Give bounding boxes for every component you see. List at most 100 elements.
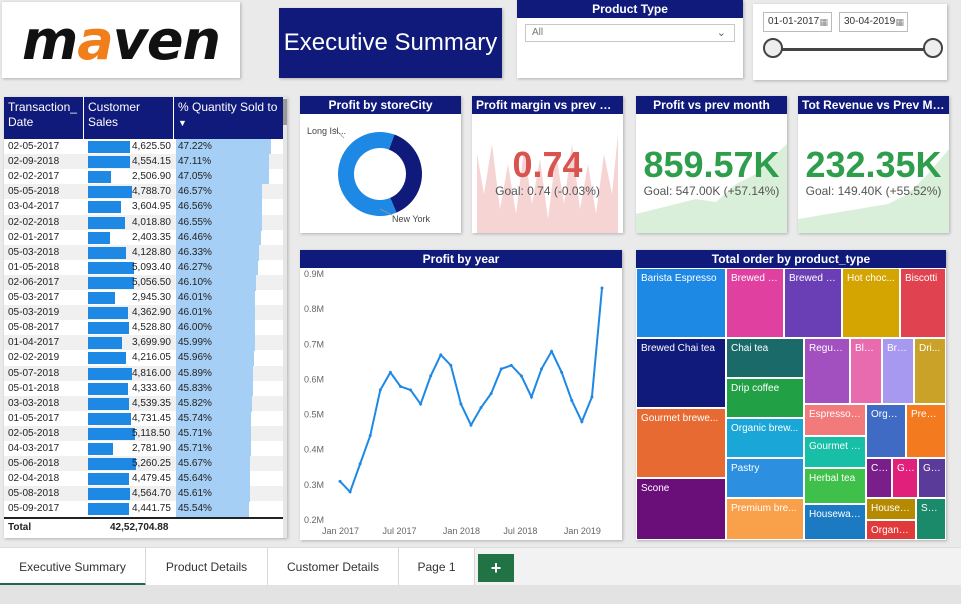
column-header-pct[interactable]: % Quantity Sold to ▼ xyxy=(174,97,283,139)
table-row[interactable]: 02-02-2018 4,018.80 46.55% xyxy=(4,214,283,231)
table-row[interactable]: 02-02-2017 2,506.90 47.05% xyxy=(4,169,283,186)
treemap-tile[interactable]: Scone xyxy=(636,478,726,540)
profit-point[interactable] xyxy=(479,406,483,410)
treemap-tile[interactable]: Herbal tea xyxy=(804,468,866,504)
profit-point[interactable] xyxy=(429,374,433,378)
profit-point[interactable] xyxy=(590,395,594,399)
profit-point[interactable] xyxy=(529,395,533,399)
product-type-dropdown[interactable]: All ⌄ xyxy=(525,24,735,42)
treemap-tile[interactable]: Brewed Chai tea xyxy=(636,338,726,408)
treemap-tile[interactable]: Regula... xyxy=(804,338,850,404)
table-row[interactable]: 05-03-2018 4,128.80 46.33% xyxy=(4,244,283,261)
date-slider-track[interactable] xyxy=(773,48,933,51)
table-row[interactable]: 02-05-2017 4,625.50 47.22% xyxy=(4,139,283,155)
profit-point[interactable] xyxy=(358,462,362,466)
treemap-tile[interactable]: Organic brew... xyxy=(726,418,804,458)
treemap-tile[interactable]: Brewed h... xyxy=(784,268,842,338)
profit-point[interactable] xyxy=(550,349,554,353)
table-row[interactable]: 05-01-2018 4,333.60 45.83% xyxy=(4,380,283,397)
table-row[interactable]: 02-02-2019 4,216.05 45.96% xyxy=(4,350,283,367)
table-row[interactable]: 04-03-2017 2,781.90 45.71% xyxy=(4,441,283,457)
treemap-tile[interactable]: Bla... xyxy=(850,338,882,404)
profit-point[interactable] xyxy=(499,367,503,371)
treemap-tile[interactable]: Barista Espresso xyxy=(636,268,726,338)
profit-point[interactable] xyxy=(378,388,382,392)
treemap-tile[interactable]: Espresso B... xyxy=(804,404,866,436)
profit-point[interactable] xyxy=(540,367,544,371)
treemap-tile[interactable]: Dri... xyxy=(914,338,946,404)
add-page-button[interactable]: + xyxy=(478,554,514,582)
table-row[interactable]: 05-03-2019 4,362.90 46.01% xyxy=(4,305,283,322)
profit-point[interactable] xyxy=(348,490,352,494)
table-row[interactable]: 02-05-2018 5,118.50 45.71% xyxy=(4,425,283,442)
treemap-tile[interactable]: Organic... xyxy=(866,520,916,540)
table-row[interactable]: 05-08-2017 4,528.80 46.00% xyxy=(4,320,283,337)
treemap-tile[interactable]: Orga... xyxy=(866,404,906,458)
treemap-tile[interactable]: Cl... xyxy=(866,458,892,498)
tab-executive-summary[interactable]: Executive Summary xyxy=(0,548,146,586)
scrollbar-thumb[interactable] xyxy=(283,99,287,125)
tab-product-details[interactable]: Product Details xyxy=(146,548,268,586)
profit-point[interactable] xyxy=(439,353,443,357)
column-header-date[interactable]: Transaction_ Date xyxy=(4,97,84,139)
profit-point[interactable] xyxy=(409,388,413,392)
table-scrollbar[interactable] xyxy=(283,97,287,538)
profit-point[interactable] xyxy=(519,374,523,378)
treemap-tile[interactable]: Brewed B... xyxy=(726,268,784,338)
profit-point[interactable] xyxy=(338,479,342,483)
table-row[interactable]: 05-03-2017 2,945.30 46.01% xyxy=(4,290,283,306)
treemap-tile[interactable]: House b... xyxy=(866,498,916,520)
profit-point[interactable] xyxy=(398,384,402,388)
profit-point[interactable] xyxy=(560,370,564,374)
treemap-tile[interactable]: Gourmet brewe... xyxy=(636,408,726,478)
treemap-tile[interactable]: Su... xyxy=(916,498,946,540)
treemap-tile[interactable]: Hot choc... xyxy=(842,268,900,338)
table-row[interactable]: 02-01-2017 2,403.35 46.46% xyxy=(4,229,283,246)
table-row[interactable]: 05-08-2018 4,564.70 45.61% xyxy=(4,486,283,503)
treemap-tile[interactable]: Prem... xyxy=(906,404,946,458)
treemap-tile[interactable]: Gr... xyxy=(892,458,918,498)
donut-slice-0[interactable] xyxy=(388,134,422,213)
profit-point[interactable] xyxy=(419,402,423,406)
profit-point[interactable] xyxy=(580,420,584,424)
treemap-tile[interactable]: Drip coffee xyxy=(726,378,804,418)
table-row[interactable]: 05-05-2018 4,788.70 46.57% xyxy=(4,184,283,201)
table-row[interactable]: 03-03-2018 4,539.35 45.82% xyxy=(4,395,283,412)
profit-point[interactable] xyxy=(388,370,392,374)
table-row[interactable]: 05-06-2018 5,260.25 45.67% xyxy=(4,456,283,473)
table-row[interactable]: 05-09-2017 4,441.75 45.54% xyxy=(4,501,283,518)
treemap-tile[interactable]: Premium bre... xyxy=(726,498,804,540)
treemap-tile[interactable]: Biscotti xyxy=(900,268,946,338)
table-row[interactable]: 01-04-2017 3,699.90 45.99% xyxy=(4,335,283,352)
profit-point[interactable] xyxy=(449,363,453,367)
table-row[interactable]: 02-04-2018 4,479.45 45.64% xyxy=(4,471,283,488)
cell-sales: 4,539.35 xyxy=(132,397,171,409)
table-row[interactable]: 02-09-2018 4,554.15 47.11% xyxy=(4,154,283,171)
profit-point[interactable] xyxy=(459,402,463,406)
table-row[interactable]: 01-05-2018 5,093.40 46.27% xyxy=(4,259,283,276)
profit-point[interactable] xyxy=(469,423,473,427)
treemap-tile[interactable]: Bre... xyxy=(882,338,914,404)
profit-point[interactable] xyxy=(509,363,513,367)
date-slider-start-handle[interactable] xyxy=(763,38,783,58)
start-date-input[interactable]: 01-01-2017 ▦ xyxy=(763,12,832,32)
table-row[interactable]: 05-07-2018 4,816.00 45.89% xyxy=(4,365,283,382)
treemap-tile[interactable]: Housewares xyxy=(804,504,866,540)
end-date-input[interactable]: 30-04-2019 ▦ xyxy=(839,12,908,32)
column-header-sales[interactable]: Customer Sales xyxy=(84,97,174,139)
profit-point[interactable] xyxy=(368,434,372,438)
date-slider-end-handle[interactable] xyxy=(923,38,943,58)
treemap-tile[interactable]: Pastry xyxy=(726,458,804,498)
table-row[interactable]: 01-05-2017 4,731.45 45.74% xyxy=(4,410,283,427)
donut-slice-1[interactable] xyxy=(338,132,397,217)
tab-page-1[interactable]: Page 1 xyxy=(399,548,475,586)
table-row[interactable]: 02-06-2017 5,056.50 46.10% xyxy=(4,274,283,291)
treemap-tile[interactable]: Gourmet B... xyxy=(804,436,866,468)
tab-customer-details[interactable]: Customer Details xyxy=(268,548,399,586)
profit-point[interactable] xyxy=(489,391,493,395)
table-row[interactable]: 03-04-2017 3,604.95 46.56% xyxy=(4,199,283,216)
treemap-tile[interactable]: Gr... xyxy=(918,458,946,498)
profit-point[interactable] xyxy=(570,399,574,403)
profit-point[interactable] xyxy=(600,286,604,290)
treemap-tile[interactable]: Chai tea xyxy=(726,338,804,378)
